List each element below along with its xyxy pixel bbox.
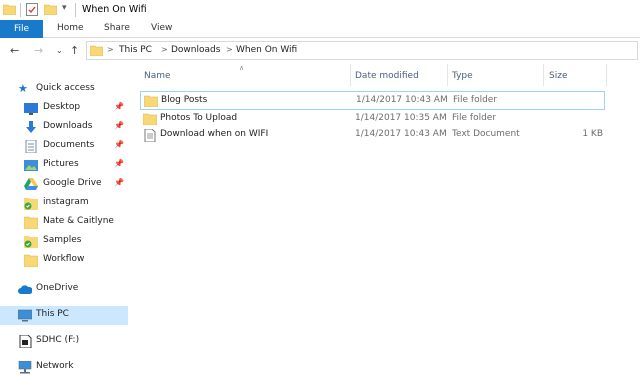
new-folder-icon[interactable]: [44, 4, 57, 15]
nav-item-workflow[interactable]: Workflow: [0, 251, 128, 270]
customize-dropdown-icon[interactable]: ▾: [62, 3, 67, 13]
breadcrumb-when-on-wifi[interactable]: When On Wifi: [236, 45, 297, 55]
nav-item-instagram[interactable]: instagram: [0, 194, 128, 213]
file-row[interactable]: Download when on WIFI 1/14/2017 10:43 AM…: [140, 126, 605, 145]
pin-icon[interactable]: 📌: [114, 121, 124, 130]
nav-item-sdhc[interactable]: SDHC (F:): [0, 332, 128, 351]
folder-icon: [24, 254, 38, 267]
column-name[interactable]: Name: [144, 71, 171, 81]
nav-quick-access[interactable]: ★ Quick access: [0, 80, 128, 99]
nav-label: This PC: [36, 309, 69, 319]
nav-item-pictures[interactable]: Pictures 📌: [0, 156, 128, 175]
text-document-icon: [144, 129, 156, 142]
column-date-modified[interactable]: Date modified: [355, 71, 419, 81]
nav-label: SDHC (F:): [36, 335, 80, 345]
network-icon: [18, 361, 32, 374]
download-arrow-icon: [26, 121, 36, 133]
google-drive-icon: [24, 178, 38, 190]
tab-view[interactable]: View: [151, 23, 172, 33]
address-row: ← → ⌄ ↑ > This PC > Downloads > When On …: [0, 38, 640, 64]
breadcrumb-separator[interactable]: >: [226, 45, 233, 54]
pin-icon[interactable]: 📌: [114, 159, 124, 168]
nav-label: Desktop: [43, 102, 81, 112]
nav-item-downloads[interactable]: Downloads 📌: [0, 118, 128, 137]
navigation-pane: ★ Quick access Desktop 📌 Downloads 📌 Doc…: [0, 64, 128, 388]
file-size: 1 KB: [582, 129, 603, 139]
folder-icon: [3, 4, 16, 15]
pin-icon[interactable]: 📌: [114, 140, 124, 149]
file-name: Blog Posts: [161, 95, 208, 105]
desktop-icon: [24, 103, 38, 115]
nav-label: OneDrive: [36, 283, 79, 293]
file-date: 1/14/2017 10:35 AM: [355, 113, 447, 123]
documents-icon: [25, 140, 37, 153]
file-name: Download when on WIFI: [160, 129, 269, 139]
title-bar: ▾ When On Wifi: [0, 0, 640, 20]
tab-file[interactable]: File: [0, 20, 43, 38]
nav-label: Samples: [43, 235, 82, 245]
breadcrumb-separator[interactable]: >: [161, 45, 168, 54]
properties-icon[interactable]: [26, 3, 38, 16]
forward-arrow-icon[interactable]: →: [34, 44, 43, 57]
breadcrumb-separator[interactable]: >: [107, 45, 114, 54]
nav-item-desktop[interactable]: Desktop 📌: [0, 99, 128, 118]
nav-item-samples[interactable]: Samples: [0, 232, 128, 251]
column-header: Name Date modified Type Size: [138, 64, 608, 86]
file-date: 1/14/2017 10:43 AM: [355, 129, 447, 139]
nav-label: Pictures: [43, 159, 79, 169]
nav-item-network[interactable]: Network: [0, 358, 128, 377]
nav-item-google-drive[interactable]: Google Drive 📌: [0, 175, 128, 194]
nav-item-this-pc[interactable]: This PC: [0, 306, 128, 325]
nav-label: Documents: [43, 140, 95, 150]
window-title: When On Wifi: [82, 4, 147, 15]
nav-item-onedrive[interactable]: OneDrive: [0, 280, 128, 299]
recent-locations-chevron-icon[interactable]: ⌄: [56, 46, 63, 55]
file-name: Photos To Upload: [160, 113, 238, 123]
pictures-icon: [24, 160, 38, 171]
synced-folder-icon: [24, 198, 38, 210]
file-row[interactable]: Blog Posts 1/14/2017 10:43 AM File folde…: [140, 91, 605, 110]
sd-card-icon: [19, 335, 32, 348]
folder-icon: [24, 216, 38, 229]
nav-label: Downloads: [43, 121, 93, 131]
tab-share[interactable]: Share: [104, 23, 130, 33]
up-arrow-icon[interactable]: ↑: [70, 44, 79, 57]
nav-label: instagram: [43, 197, 89, 207]
nav-item-documents[interactable]: Documents 📌: [0, 137, 128, 156]
tab-home[interactable]: Home: [57, 23, 84, 33]
file-type: File folder: [452, 113, 497, 123]
nav-label: Network: [36, 361, 74, 371]
back-arrow-icon[interactable]: ←: [10, 44, 19, 57]
file-type: File folder: [453, 95, 498, 105]
ribbon-tabs: File Home Share View: [0, 20, 640, 38]
folder-icon: [144, 95, 158, 107]
breadcrumb-downloads[interactable]: Downloads: [171, 45, 220, 55]
breadcrumb-this-pc[interactable]: This PC: [119, 45, 152, 55]
column-type[interactable]: Type: [452, 71, 473, 81]
folder-icon: [90, 45, 103, 56]
pin-icon[interactable]: 📌: [114, 102, 124, 111]
onedrive-cloud-icon: [18, 285, 32, 294]
nav-label: Quick access: [36, 83, 95, 93]
column-size[interactable]: Size: [549, 71, 567, 81]
file-type: Text Document: [452, 129, 520, 139]
synced-folder-icon: [24, 236, 38, 248]
star-icon: ★: [18, 82, 28, 95]
folder-icon: [143, 113, 157, 125]
nav-label: Nate & Caitlyne: [43, 216, 114, 226]
pin-icon[interactable]: 📌: [114, 178, 124, 187]
address-bar[interactable]: > This PC > Downloads > When On Wifi: [86, 41, 638, 60]
computer-icon: [18, 309, 32, 322]
nav-label: Google Drive: [43, 178, 102, 188]
nav-item-nate-caitlyne[interactable]: Nate & Caitlyne: [0, 213, 128, 232]
file-date: 1/14/2017 10:43 AM: [356, 95, 448, 105]
nav-label: Workflow: [43, 254, 85, 264]
